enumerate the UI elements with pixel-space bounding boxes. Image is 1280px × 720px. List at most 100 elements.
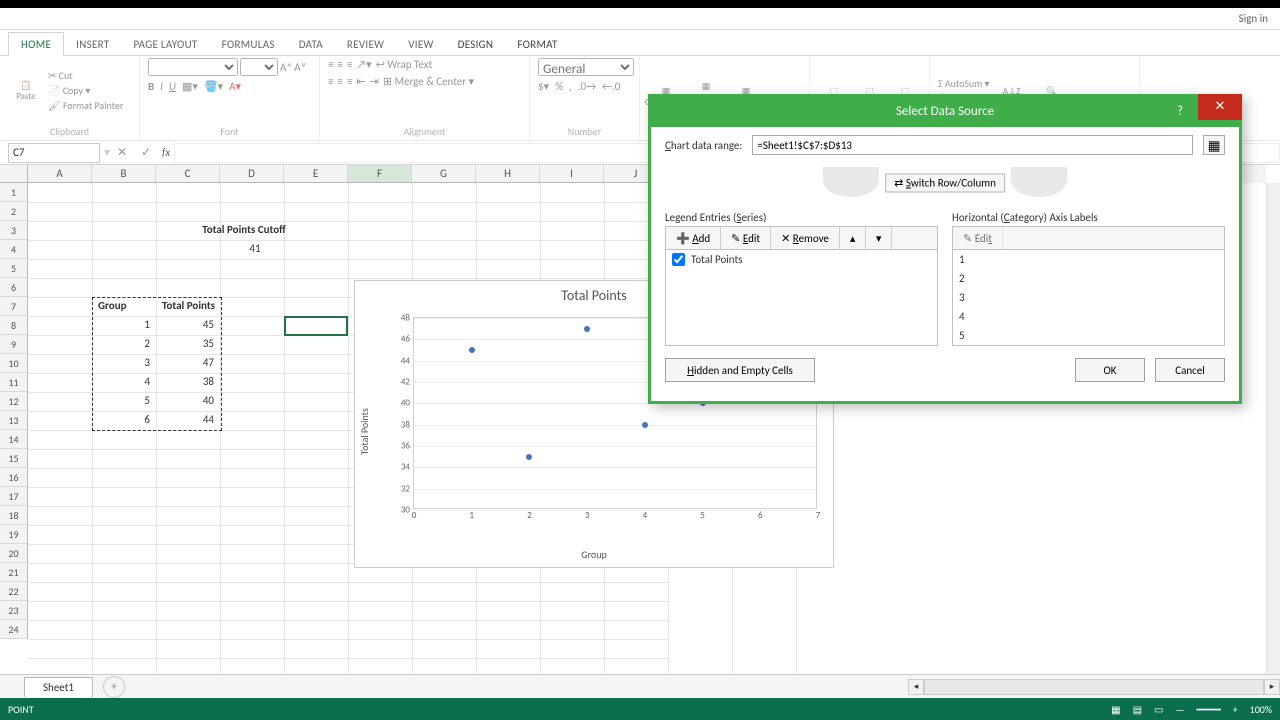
list-item[interactable]: 5 [953, 326, 1224, 345]
ribbon-tab-home[interactable]: HOME [8, 32, 64, 56]
row-header[interactable]: 17 [0, 487, 28, 506]
row-header[interactable]: 16 [0, 468, 28, 487]
list-item[interactable]: 1 [953, 250, 1224, 269]
fill-color-button[interactable]: 🪣▾ [204, 80, 223, 93]
horizontal-scrollbar[interactable]: ◂▸ [908, 679, 1280, 695]
list-item[interactable]: 3 [953, 288, 1224, 307]
row-header[interactable]: 23 [0, 601, 28, 620]
col-header[interactable]: G [412, 165, 476, 183]
orientation-icon[interactable]: ↗▾ [356, 58, 371, 71]
table-row[interactable]: 47 [159, 355, 217, 370]
row-header[interactable]: 13 [0, 411, 28, 430]
data-point[interactable] [584, 326, 590, 332]
table-row[interactable]: 2 [95, 336, 153, 351]
ribbon-tab-formulas[interactable]: FORMULAS [210, 33, 287, 55]
zoom-level[interactable]: 100% [1250, 703, 1272, 716]
table-row[interactable]: 5 [95, 393, 153, 408]
col-header[interactable]: A [28, 165, 92, 183]
col-header[interactable]: C [156, 165, 220, 183]
font-color-button[interactable]: A▾ [229, 80, 241, 93]
comma-icon[interactable]: , [569, 80, 572, 93]
table-row[interactable]: 6 [95, 412, 153, 427]
row-header[interactable]: 14 [0, 430, 28, 449]
data-point[interactable] [526, 454, 532, 460]
header-total[interactable]: Total Points [159, 298, 239, 313]
dec-dec-icon[interactable]: ←.0 [602, 80, 620, 93]
enter-formula-icon[interactable]: ✓ [134, 145, 158, 160]
row-header[interactable]: 18 [0, 506, 28, 525]
row-header[interactable]: 4 [0, 240, 28, 259]
list-item[interactable]: Total Points [666, 250, 937, 269]
font-size-select[interactable] [240, 58, 278, 76]
table-row[interactable]: 35 [159, 336, 217, 351]
row-header[interactable]: 12 [0, 392, 28, 411]
col-header[interactable]: B [92, 165, 156, 183]
row-header[interactable]: 22 [0, 582, 28, 601]
view-layout-icon[interactable]: ▤ [1133, 703, 1142, 716]
border-button[interactable]: ▦▾ [182, 80, 198, 93]
data-point[interactable] [642, 422, 648, 428]
view-normal-icon[interactable]: ▦ [1111, 703, 1120, 716]
row-header[interactable]: 5 [0, 259, 28, 278]
row-header[interactable]: 24 [0, 620, 28, 639]
row-header[interactable]: 21 [0, 563, 28, 582]
row-header[interactable]: 19 [0, 525, 28, 544]
table-row[interactable]: 38 [159, 374, 217, 389]
dialog-help-button[interactable]: ? [1165, 97, 1195, 127]
series-edit-button[interactable]: ✎ Edit [721, 227, 771, 249]
new-sheet-button[interactable]: + [103, 676, 125, 698]
chart-range-input[interactable] [752, 135, 1193, 155]
fx-icon[interactable]: fx [158, 146, 174, 159]
row-header[interactable]: 7 [0, 297, 28, 316]
percent-icon[interactable]: % [555, 80, 563, 93]
title-cell[interactable]: Total Points Cutoff [159, 222, 329, 237]
ok-button[interactable]: OK [1075, 358, 1145, 382]
row-header[interactable]: 11 [0, 373, 28, 392]
series-add-button[interactable]: ➕ Add [666, 227, 721, 249]
table-row[interactable]: 3 [95, 355, 153, 370]
series-remove-button[interactable]: ✕ Remove [771, 227, 840, 249]
table-row[interactable]: 44 [159, 412, 217, 427]
name-box[interactable]: C7 [8, 143, 100, 163]
row-header[interactable]: 1 [0, 183, 28, 202]
decrease-font-icon[interactable]: A˅ [294, 61, 306, 74]
ribbon-tab-design[interactable]: DESIGN [446, 33, 506, 55]
cancel-button[interactable]: Cancel [1155, 358, 1225, 382]
vertical-scrollbar[interactable] [1266, 183, 1280, 674]
ribbon-tab-insert[interactable]: INSERT [64, 33, 121, 55]
header-group[interactable]: Group [95, 298, 153, 313]
ribbon-tab-review[interactable]: REVIEW [335, 33, 396, 55]
data-point[interactable] [469, 347, 475, 353]
table-row[interactable]: 1 [95, 317, 153, 332]
row-header[interactable]: 3 [0, 221, 28, 240]
active-cell[interactable] [284, 316, 348, 336]
bold-button[interactable]: B [148, 80, 154, 93]
autosum-button[interactable]: Σ AutoSum ▾ [938, 77, 990, 90]
list-item[interactable]: 4 [953, 307, 1224, 326]
view-break-icon[interactable]: ▭ [1154, 703, 1163, 716]
table-row[interactable]: 40 [159, 393, 217, 408]
indent-dec-icon[interactable]: ⇤ [356, 75, 365, 88]
table-row[interactable]: 4 [95, 374, 153, 389]
number-format-select[interactable]: General [538, 58, 634, 76]
row-header[interactable]: 6 [0, 278, 28, 297]
align-top-icon[interactable]: ≡ [328, 58, 333, 71]
italic-button[interactable]: I [160, 80, 163, 93]
row-header[interactable]: 8 [0, 316, 28, 335]
paste-button[interactable]: 📋Paste [8, 67, 44, 115]
cut-button[interactable]: ✂ Cut [48, 69, 123, 82]
currency-icon[interactable]: $▾ [538, 80, 549, 93]
col-header[interactable]: E [284, 165, 348, 183]
increase-font-icon[interactable]: A˄ [280, 61, 292, 74]
font-family-select[interactable] [148, 58, 238, 76]
merge-center-button[interactable]: ⊞ Merge & Center ▾ [383, 75, 474, 88]
signin-link[interactable]: Sign in [1239, 12, 1268, 25]
cancel-formula-icon[interactable]: ✕ [110, 145, 134, 160]
range-picker-button[interactable]: ▦ [1203, 135, 1225, 155]
switch-row-column-button[interactable]: ⇄ Switch Row/Column [885, 174, 1005, 193]
select-all-corner[interactable] [0, 165, 28, 183]
wrap-text-button[interactable]: ↩ Wrap Text [376, 58, 433, 71]
col-header[interactable]: I [540, 165, 604, 183]
sheet-tab[interactable]: Sheet1 [24, 677, 93, 697]
copy-button[interactable]: 📄 Copy ▾ [48, 84, 123, 97]
